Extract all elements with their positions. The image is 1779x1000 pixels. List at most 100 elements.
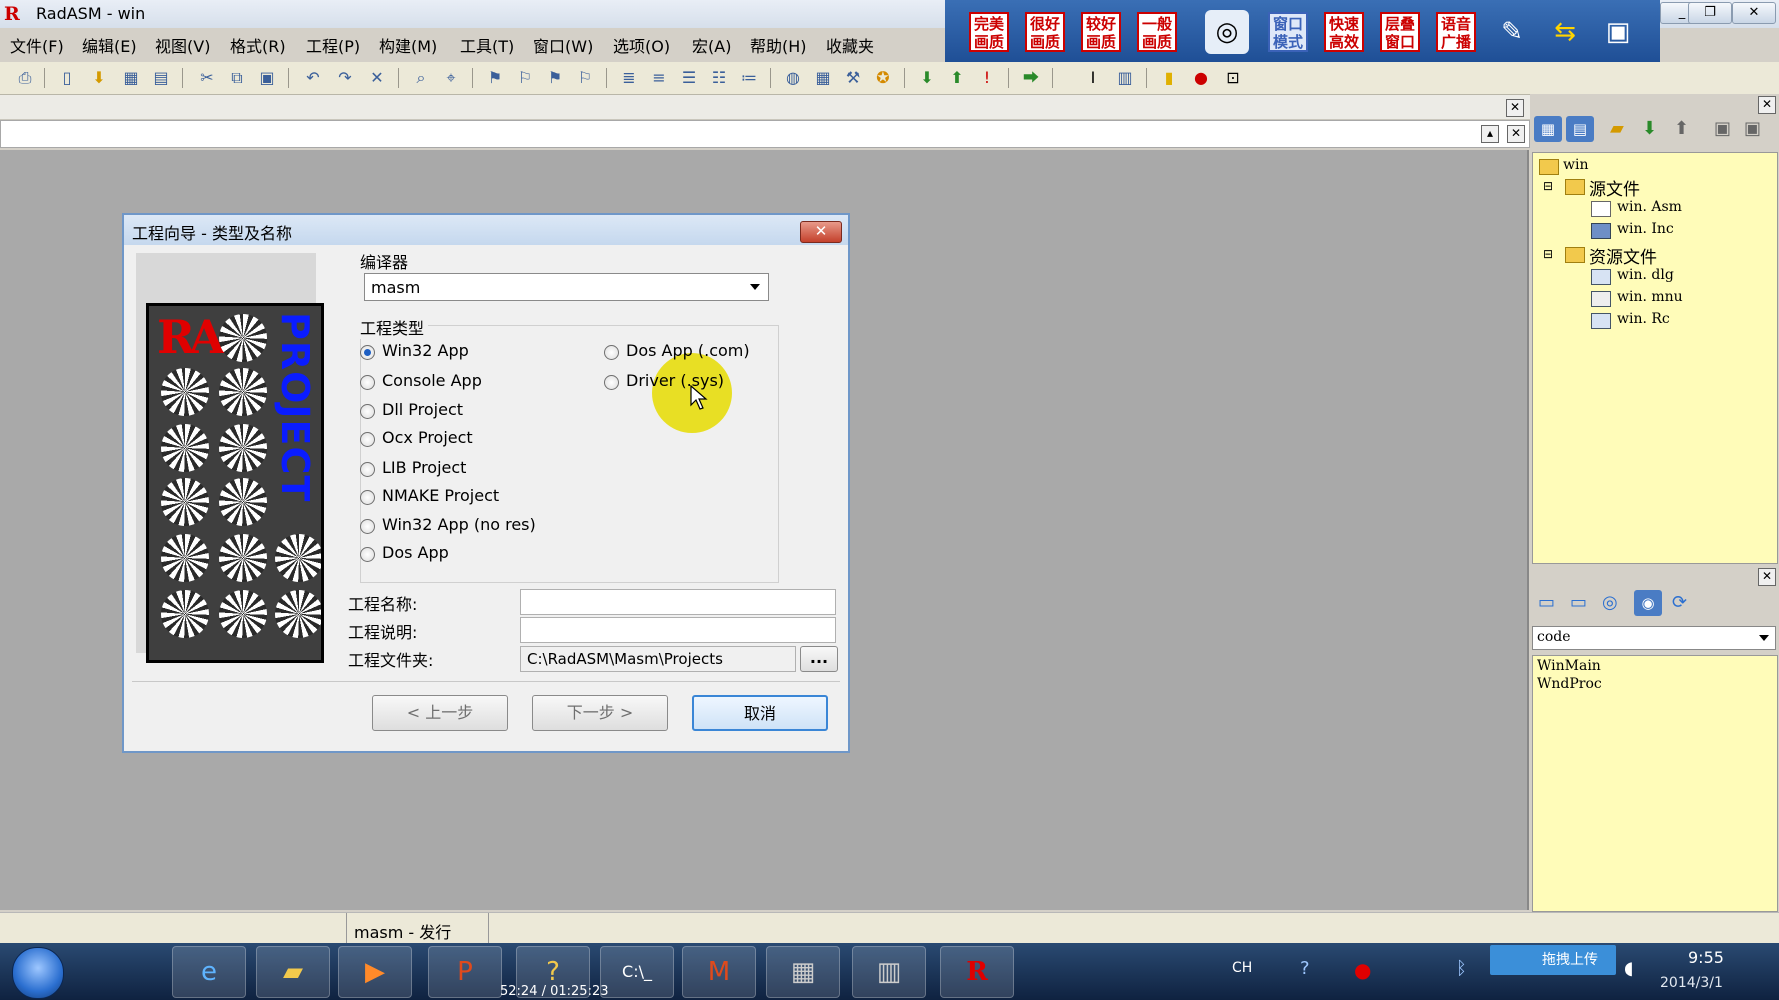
- hex-icon[interactable]: ▥: [1114, 67, 1136, 89]
- outdent-icon[interactable]: ≡: [648, 67, 670, 89]
- delete-icon[interactable]: ✕: [366, 67, 388, 89]
- radio-label[interactable]: Dll Project: [382, 400, 463, 419]
- powerpoint-icon[interactable]: P: [428, 946, 502, 998]
- ie-icon[interactable]: e: [172, 946, 246, 998]
- props-icon-2[interactable]: ▭: [1570, 592, 1587, 613]
- tree-root[interactable]: win: [1563, 157, 1588, 173]
- mouse-icon[interactable]: ◎: [1205, 10, 1249, 54]
- tree-group-resource[interactable]: 资源文件: [1589, 243, 1657, 268]
- save-all-icon[interactable]: ▤: [150, 67, 172, 89]
- app-icon[interactable]: ▥: [852, 946, 926, 998]
- palette-icon[interactable]: ●: [1190, 67, 1212, 89]
- explorer-icon[interactable]: ▰: [256, 946, 330, 998]
- upload-button[interactable]: 拖拽上传: [1490, 945, 1616, 975]
- tree-group-source[interactable]: 源文件: [1589, 175, 1640, 200]
- camera-icon[interactable]: ▣: [1596, 10, 1640, 54]
- language-indicator[interactable]: CH: [1232, 960, 1252, 976]
- record-icon[interactable]: ●: [1354, 958, 1371, 982]
- radio-label[interactable]: Win32 App: [382, 341, 469, 360]
- menu-edit[interactable]: 编辑(E): [82, 33, 137, 57]
- text-cursor-icon[interactable]: I: [1082, 67, 1104, 89]
- fast-mode-button[interactable]: 快速高效: [1324, 12, 1364, 52]
- save-icon[interactable]: ▦: [120, 67, 142, 89]
- bookmark-clear-icon[interactable]: ⚐: [574, 67, 596, 89]
- radio-label[interactable]: Win32 App (no res): [382, 515, 536, 534]
- star-icon[interactable]: ✪: [872, 67, 894, 89]
- bluetooth-icon[interactable]: ᛒ: [1456, 958, 1467, 979]
- build-icon[interactable]: ⬆: [946, 67, 968, 89]
- app-icon[interactable]: ▦: [766, 946, 840, 998]
- menu-format[interactable]: 格式(R): [230, 33, 286, 57]
- menu-help[interactable]: 帮助(H): [750, 33, 807, 57]
- radio-label[interactable]: LIB Project: [382, 458, 466, 477]
- volume-icon[interactable]: ◖: [1624, 958, 1633, 979]
- quality-good-button[interactable]: 较好画质: [1081, 12, 1121, 52]
- menu-macro[interactable]: 宏(A): [692, 33, 731, 57]
- radio-label[interactable]: Dos App: [382, 543, 449, 562]
- copy-icon[interactable]: ⧉: [226, 67, 248, 89]
- undo-icon[interactable]: ↶: [302, 67, 324, 89]
- bookmark-prev-icon[interactable]: ⚑: [544, 67, 566, 89]
- indent-icon[interactable]: ≣: [618, 67, 640, 89]
- add-file-icon[interactable]: ⬇: [1642, 118, 1657, 139]
- bookmark-next-icon[interactable]: ⚐: [514, 67, 536, 89]
- list-item[interactable]: WndProc: [1537, 676, 1602, 692]
- project-tab-icon[interactable]: ▦: [1534, 116, 1562, 142]
- start-button[interactable]: [12, 947, 64, 999]
- comment-icon[interactable]: ☰: [678, 67, 700, 89]
- radio-lib-project[interactable]: [360, 462, 375, 477]
- pen-icon[interactable]: ✎: [1490, 10, 1534, 54]
- list-item[interactable]: WinMain: [1537, 658, 1601, 674]
- open-file-icon[interactable]: ⬇: [88, 67, 110, 89]
- tree-file[interactable]: win. Asm: [1617, 199, 1682, 215]
- radio-label[interactable]: Ocx Project: [382, 428, 473, 447]
- properties-select[interactable]: code: [1532, 626, 1776, 650]
- quality-normal-button[interactable]: 一般画质: [1137, 12, 1177, 52]
- props-icon-3[interactable]: ◎: [1602, 592, 1618, 613]
- radio-label[interactable]: Console App: [382, 371, 482, 390]
- find-icon[interactable]: ⌕: [410, 67, 432, 89]
- project-name-input[interactable]: [520, 589, 836, 615]
- replace-icon[interactable]: ⌖: [440, 67, 462, 89]
- menu-options[interactable]: 选项(O): [613, 33, 670, 57]
- menu-view[interactable]: 视图(V): [155, 33, 210, 57]
- bookmark-toggle-icon[interactable]: ⚑: [484, 67, 506, 89]
- tree-options2-icon[interactable]: ▣: [1744, 118, 1761, 139]
- file-tab-icon[interactable]: ▤: [1566, 116, 1594, 142]
- radio-nmake-project[interactable]: [360, 490, 375, 505]
- radasm-task-icon[interactable]: R: [940, 946, 1014, 998]
- paste-icon[interactable]: ▣: [256, 67, 278, 89]
- project-browser-icon[interactable]: ▦: [812, 67, 834, 89]
- clock-time[interactable]: 9:55: [1688, 948, 1724, 967]
- menu-favorites[interactable]: 收藏夹: [826, 33, 874, 57]
- print-icon[interactable]: ⎙: [14, 67, 36, 89]
- redo-icon[interactable]: ↷: [334, 67, 356, 89]
- assemble-icon[interactable]: ⬇: [916, 67, 938, 89]
- voice-broadcast-button[interactable]: 语音广播: [1436, 12, 1476, 52]
- run-icon[interactable]: !: [976, 67, 998, 89]
- project-folder-input[interactable]: C:\RadASM\Masm\Projects: [520, 646, 796, 672]
- window-mode-button[interactable]: 窗口模式: [1268, 12, 1308, 52]
- media-player-icon[interactable]: ▶: [338, 946, 412, 998]
- radio-dll-project[interactable]: [360, 404, 375, 419]
- back-button[interactable]: < 上一步: [372, 695, 508, 731]
- menu-file[interactable]: 文件(F): [10, 33, 64, 57]
- props-icon-4[interactable]: ◉: [1634, 590, 1662, 616]
- tree-file[interactable]: win. mnu: [1617, 289, 1683, 305]
- radio-driver-sys[interactable]: [604, 375, 619, 390]
- tree-file[interactable]: win. Inc: [1617, 221, 1674, 237]
- collapse-icon[interactable]: ⊟: [1543, 247, 1553, 261]
- uncomment-icon[interactable]: ☷: [708, 67, 730, 89]
- quality-perfect-button[interactable]: 完美画质: [969, 12, 1009, 52]
- menu-build[interactable]: 构建(M): [379, 33, 437, 57]
- menu-tools[interactable]: 工具(T): [460, 33, 514, 57]
- close-icon[interactable]: ✕: [1758, 568, 1776, 586]
- radio-console-app[interactable]: [360, 375, 375, 390]
- new-file-icon[interactable]: ▯: [56, 67, 78, 89]
- radio-dos-app[interactable]: [360, 547, 375, 562]
- tree-file[interactable]: win. Rc: [1617, 311, 1670, 327]
- radio-label[interactable]: NMAKE Project: [382, 486, 499, 505]
- output-input[interactable]: ▴ ✕: [0, 120, 1530, 148]
- scroll-up-icon[interactable]: ▴: [1481, 125, 1499, 143]
- quality-verygood-button[interactable]: 很好画质: [1025, 12, 1065, 52]
